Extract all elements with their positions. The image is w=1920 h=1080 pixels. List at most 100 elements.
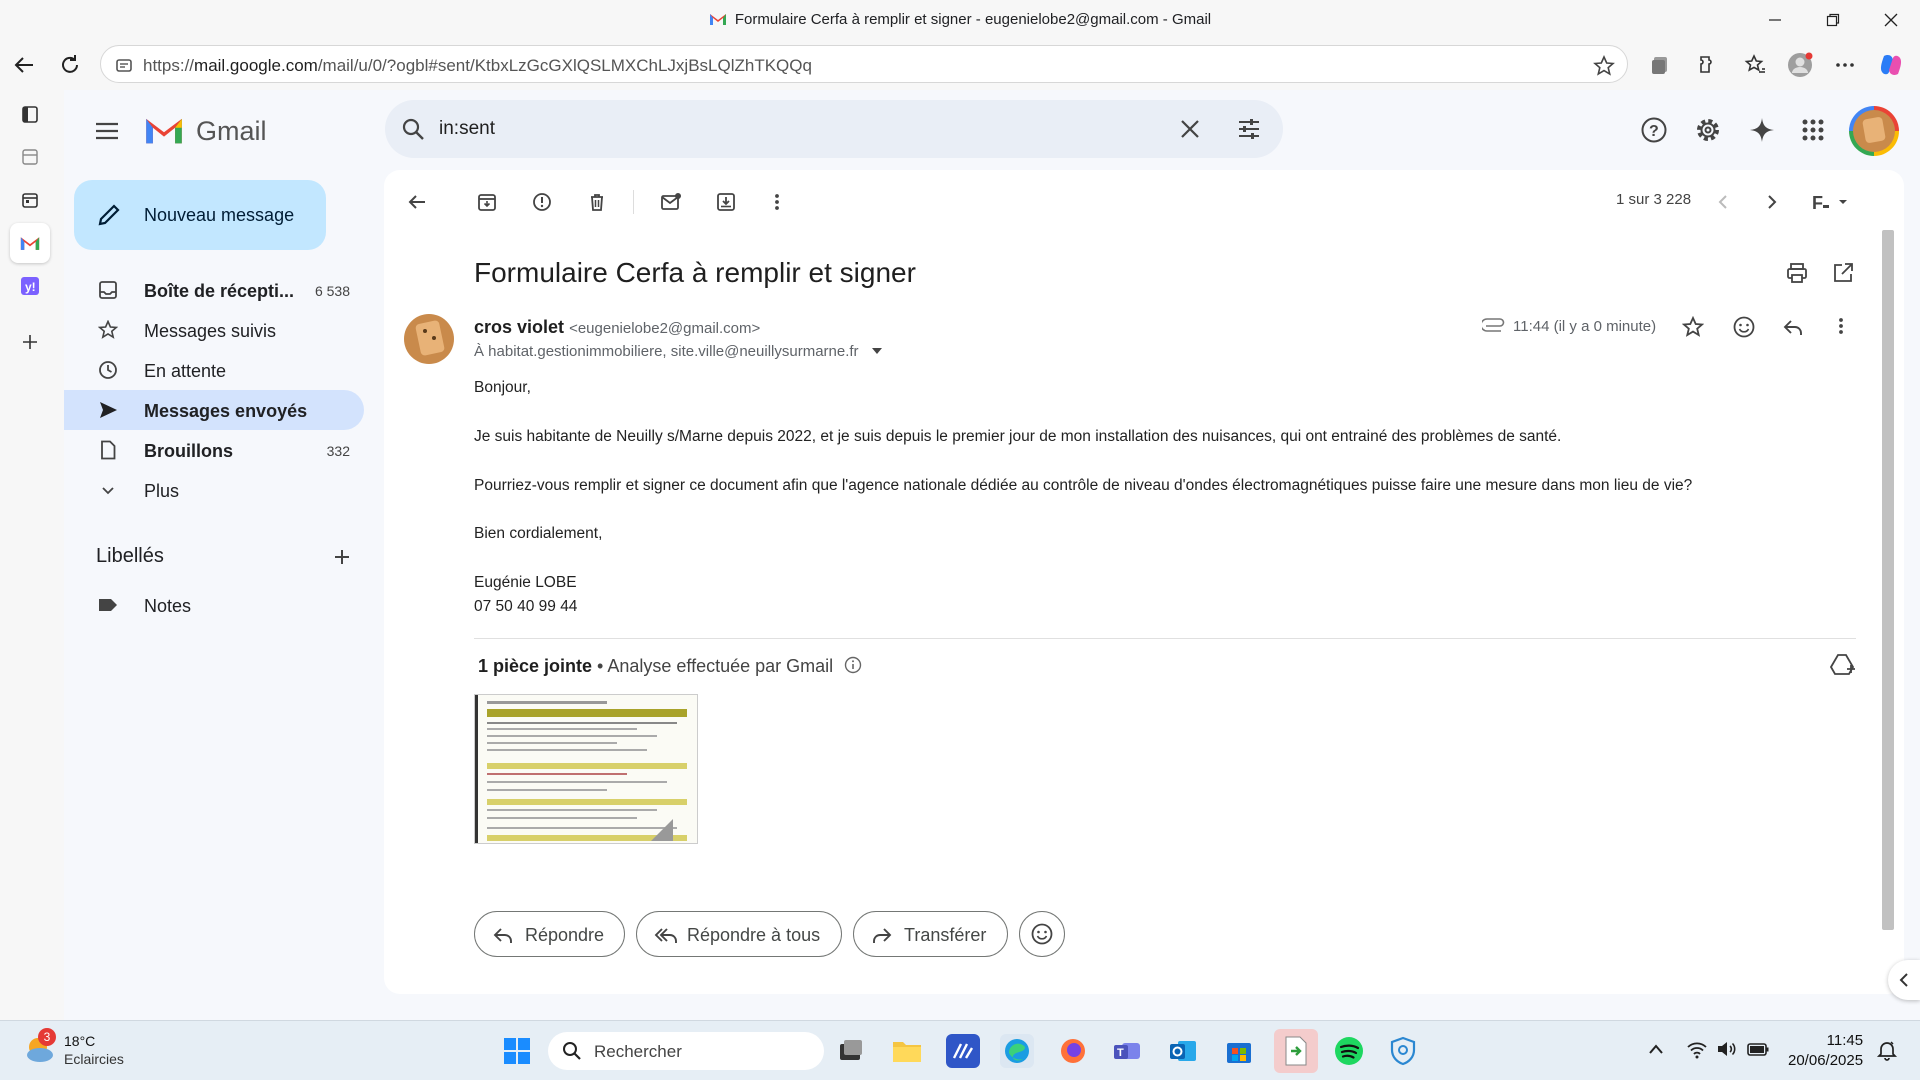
print-icon[interactable] — [1785, 261, 1809, 285]
report-spam-icon[interactable] — [527, 187, 557, 217]
nav-inbox[interactable]: Boîte de récepti... 6 538 — [64, 270, 364, 310]
search-options-icon[interactable] — [1237, 117, 1261, 141]
taskbar-clock[interactable]: 11:45 20/06/2025 — [1788, 1031, 1863, 1071]
reply-all-button[interactable]: Répondre à tous — [636, 911, 842, 957]
forward-button[interactable]: Transférer — [853, 911, 1008, 957]
extensions-icon[interactable] — [1690, 50, 1720, 80]
volume-icon[interactable] — [1716, 1039, 1738, 1059]
gemini-sparkle-icon[interactable] — [1748, 116, 1776, 144]
firefox-icon[interactable] — [1056, 1034, 1090, 1068]
search-bar[interactable]: in:sent — [385, 100, 1283, 158]
wifi-icon[interactable] — [1686, 1039, 1708, 1059]
add-sidebar-app-icon[interactable] — [10, 322, 50, 362]
address-bar[interactable]: https://mail.google.com/mail/u/0/?ogbl#s… — [100, 45, 1628, 83]
teams-icon[interactable]: T — [1110, 1034, 1144, 1068]
add-label-icon[interactable] — [332, 547, 352, 567]
spotify-icon[interactable] — [1332, 1034, 1366, 1068]
tab-outlook-calendar-icon[interactable] — [10, 137, 50, 177]
edge-sidebar: y! — [0, 90, 64, 1020]
more-actions-icon[interactable] — [762, 187, 792, 217]
svg-text:F: F — [1812, 193, 1823, 212]
taskbar-search[interactable]: Rechercher — [548, 1032, 824, 1070]
collections-icon[interactable] — [1645, 50, 1675, 80]
sender-name[interactable]: cros violet — [474, 317, 564, 337]
account-avatar[interactable] — [1849, 106, 1899, 156]
more-options-icon[interactable] — [1830, 50, 1860, 80]
label-notes[interactable]: Notes — [64, 585, 364, 625]
close-window-button[interactable] — [1868, 6, 1914, 34]
input-tools-icon[interactable]: F — [1808, 187, 1854, 217]
notification-bell-icon[interactable] — [1876, 1039, 1898, 1061]
favorite-star-icon[interactable] — [1593, 55, 1615, 77]
nav-more[interactable]: Plus — [64, 470, 364, 510]
edge-browser-icon[interactable] — [1000, 1034, 1034, 1068]
google-apps-icon[interactable] — [1801, 118, 1825, 142]
start-windows-icon[interactable] — [500, 1034, 534, 1068]
gmail-logo-text: Gmail — [196, 116, 267, 146]
reply-icon[interactable] — [1782, 316, 1804, 338]
weather-temp: 18°C — [64, 1033, 96, 1049]
nav-sent[interactable]: Messages envoyés — [64, 390, 364, 430]
side-panel-toggle[interactable] — [1888, 960, 1920, 1000]
copilot-icon[interactable] — [1876, 50, 1906, 80]
tab-actions-icon[interactable] — [10, 94, 50, 134]
delete-icon[interactable] — [582, 187, 612, 217]
show-details-icon[interactable] — [871, 347, 883, 355]
tab-yahoo-icon[interactable]: y! — [10, 266, 50, 306]
task-view-icon[interactable] — [834, 1034, 868, 1068]
help-icon[interactable]: ? — [1640, 116, 1668, 144]
sender-avatar[interactable] — [404, 314, 454, 364]
battery-icon[interactable] — [1746, 1039, 1770, 1059]
compose-button[interactable]: Nouveau message — [74, 180, 326, 250]
email-subject: Formulaire Cerfa à remplir et signer — [474, 257, 916, 288]
taskbar-search-icon — [562, 1041, 582, 1061]
microsoft-store-icon[interactable] — [1222, 1034, 1256, 1068]
nav-snoozed[interactable]: En attente — [64, 350, 364, 390]
older-chevron-right-icon[interactable] — [1757, 187, 1787, 217]
back-arrow-icon[interactable] — [9, 50, 39, 80]
pdf-app-icon[interactable] — [1274, 1029, 1318, 1073]
move-to-icon[interactable] — [711, 187, 741, 217]
open-new-window-icon[interactable] — [1831, 261, 1855, 285]
site-info-icon[interactable] — [115, 56, 133, 74]
browser-title-bar: Formulaire Cerfa à remplir et signer - e… — [0, 0, 1920, 40]
body-signature-name: Eugénie LOBE — [474, 574, 577, 591]
nav-drafts[interactable]: Brouillons 332 — [64, 430, 364, 470]
minimize-button[interactable] — [1752, 6, 1798, 34]
message-more-icon[interactable] — [1838, 316, 1844, 336]
favorites-bar-icon[interactable] — [1740, 50, 1770, 80]
show-hidden-icons-chevron-up-icon[interactable] — [1648, 1043, 1664, 1055]
restore-button[interactable] — [1810, 6, 1856, 34]
scrollbar-thumb[interactable] — [1882, 230, 1894, 930]
emoji-reaction-icon[interactable] — [1732, 315, 1756, 339]
attachment-thumbnail[interactable] — [474, 694, 698, 844]
security-shield-icon[interactable] — [1386, 1034, 1420, 1068]
settings-gear-icon[interactable] — [1694, 116, 1722, 144]
outlook-icon[interactable] — [1166, 1034, 1200, 1068]
editor-app-icon[interactable] — [946, 1034, 980, 1068]
reply-button[interactable]: Répondre — [474, 911, 625, 957]
clear-search-icon[interactable] — [1180, 119, 1200, 139]
tab-gmail-icon[interactable] — [10, 223, 50, 263]
back-to-list-icon[interactable] — [402, 187, 432, 217]
add-to-drive-icon[interactable] — [1830, 653, 1856, 677]
gmail-logo[interactable] — [144, 114, 184, 146]
newer-chevron-left-icon[interactable] — [1708, 187, 1738, 217]
nav-starred[interactable]: Messages suivis — [64, 310, 364, 350]
star-message-icon[interactable] — [1682, 316, 1704, 338]
emoji-reply-button[interactable] — [1019, 911, 1065, 957]
main-menu-icon[interactable] — [94, 118, 120, 144]
recipients-line[interactable]: À habitat.gestionimmobiliere, site.ville… — [474, 343, 883, 360]
profile-avatar-icon[interactable] — [1785, 50, 1815, 80]
tab-calendar-icon[interactable] — [10, 180, 50, 220]
pencil-icon — [96, 202, 122, 228]
search-input[interactable]: in:sent — [439, 118, 495, 140]
drafts-count: 332 — [326, 443, 350, 459]
file-explorer-icon[interactable] — [890, 1034, 924, 1068]
search-icon[interactable] — [401, 117, 425, 141]
mark-unread-icon[interactable] — [656, 187, 686, 217]
refresh-icon[interactable] — [55, 50, 85, 80]
info-icon[interactable] — [844, 656, 862, 674]
archive-icon[interactable] — [472, 187, 502, 217]
inbox-icon — [98, 280, 118, 300]
